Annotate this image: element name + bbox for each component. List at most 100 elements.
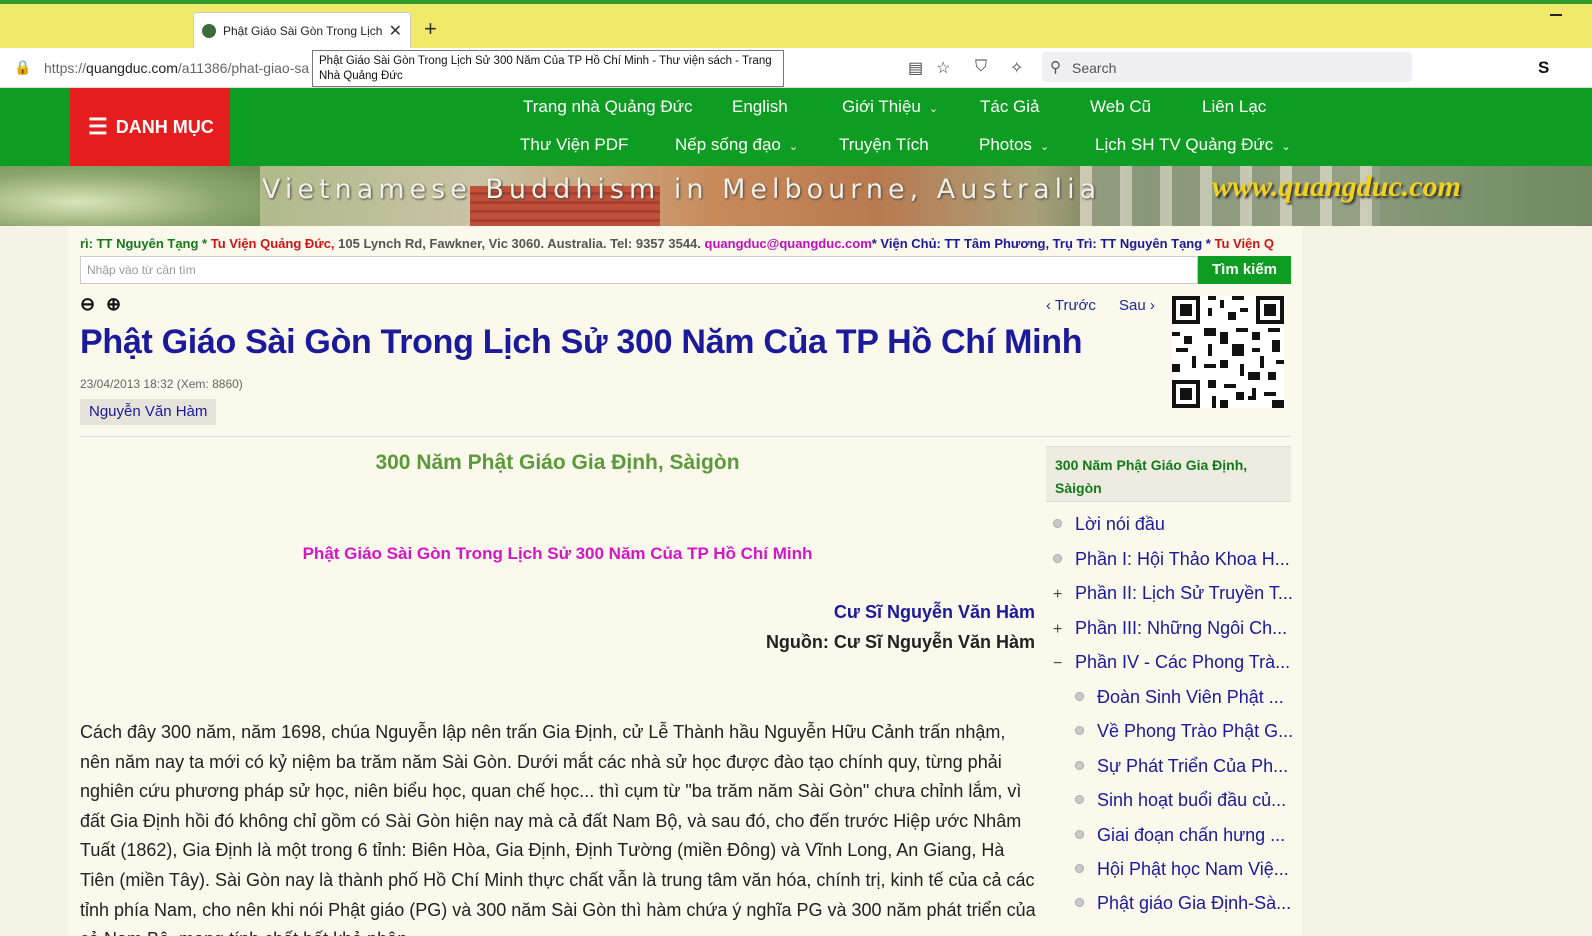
address-bar[interactable]: https://quangduc.com/a11386/phat-giao-sa [44, 60, 309, 76]
article-title: Phật Giáo Sài Gòn Trong Lịch Sử 300 Năm … [80, 323, 1083, 361]
menu-photos[interactable]: Photos ⌄ [979, 135, 1049, 155]
site-favicon-icon [202, 23, 216, 38]
news-ticker: rì: TT Nguyên Tạng * Tu Viện Quảng Đức, … [80, 236, 1290, 251]
ticker-email-link[interactable]: quangduc@quangduc.com [705, 236, 872, 251]
danh-muc-label: DANH MỤC [115, 116, 214, 137]
menu-lich-sh-label: Lịch SH TV Quảng Đức [1095, 135, 1274, 154]
toc-subitem[interactable]: Phật giáo Gia Định-Sà... [1075, 893, 1291, 914]
menu-gioi-thieu-label: Giới Thiệu [842, 97, 921, 116]
menu-nep-song-dao-label: Nếp sống đạo [675, 135, 781, 154]
collapse-minus-icon[interactable]: − [1053, 655, 1064, 673]
reader-view-icon[interactable]: ▤ [908, 58, 923, 78]
toc-item-label: Phần III: Những Ngôi Ch... [1075, 618, 1288, 638]
menu-thu-vien-pdf[interactable]: Thư Viện PDF [520, 135, 628, 155]
toc-subitem[interactable]: Đoàn Sinh Viên Phật ... [1075, 687, 1284, 708]
ticker-part: rì: TT Nguyên Tạng * [80, 236, 208, 251]
browser-search-input[interactable]: ⚲ Search [1042, 52, 1412, 82]
ticker-part: Tu Viện Quảng Đức, [210, 236, 335, 251]
menu-trang-nha[interactable]: Trang nhà Quảng Đức [523, 97, 693, 117]
chevron-down-icon: ⌄ [1039, 141, 1050, 153]
new-tab-button[interactable]: + [424, 16, 437, 42]
menu-lien-lac[interactable]: Liên Lạc [1202, 97, 1266, 117]
ticker-part: Tu Viện Q [1214, 236, 1274, 251]
site-banner: Vietnamese Buddhism in Melbourne, Austra… [0, 166, 1592, 226]
extension-sparkle-icon[interactable]: ✧ [1010, 58, 1023, 78]
toc-item-label: Phần I: Hội Thảo Khoa H... [1075, 549, 1290, 569]
site-search-button[interactable]: Tìm kiếm [1198, 256, 1291, 284]
divider [80, 436, 1291, 437]
toc-subitem-label: Giai đoạn chấn hưng ... [1097, 825, 1286, 845]
banner-site-url: www.quangduc.com [1212, 170, 1461, 203]
toc-subitem[interactable]: Sự Phát Triển Của Ph... [1075, 756, 1288, 777]
minimize-window-button[interactable] [1550, 14, 1562, 16]
toc-item-label: Lời nói đầu [1075, 514, 1165, 534]
ticker-part: * Viện Chủ: TT Tâm Phương, Trụ Trì: TT N… [871, 236, 1211, 251]
menu-english[interactable]: English [732, 97, 788, 117]
lock-icon[interactable]: 🔒 [14, 59, 31, 76]
banner-tagline: Vietnamese Buddhism in Melbourne, Austra… [262, 174, 1102, 205]
toc-subitem[interactable]: Hội Phật học Nam Việ... [1075, 859, 1289, 880]
bullet-icon [1075, 864, 1084, 873]
next-label: Sau [1119, 297, 1146, 314]
site-search-input[interactable]: Nhập vào từ cần tìm [80, 256, 1198, 284]
url-path: /a11386/phat-giao-sa [177, 60, 310, 76]
toc-subitem-label: Hội Phật học Nam Việ... [1097, 859, 1289, 879]
previous-label: Trước [1054, 297, 1096, 314]
book-subtitle: 300 Năm Phật Giáo Gia Định, Sàigòn [375, 451, 740, 474]
bullet-icon [1075, 795, 1084, 804]
extension-s-icon[interactable]: S [1538, 58, 1549, 78]
zoom-in-icon[interactable]: ⊕ [106, 294, 121, 315]
danh-muc-button[interactable]: ☰ DANH MỤC [70, 88, 230, 166]
toc-subitem[interactable]: Về Phong Trào Phật G... [1075, 721, 1293, 742]
chevron-down-icon: ⌄ [788, 141, 799, 153]
article-body: Cách đây 300 năm, năm 1698, chúa Nguyễn … [80, 722, 1036, 936]
bullet-icon [1075, 830, 1084, 839]
bookmark-star-icon[interactable]: ☆ [936, 58, 950, 78]
chapter-subtitle: Phật Giáo Sài Gòn Trong Lịch Sử 300 Năm … [302, 544, 813, 563]
sidebar-heading[interactable]: 300 Năm Phật Giáo Gia Định, Sàigòn [1046, 446, 1291, 502]
expand-plus-icon[interactable]: + [1053, 586, 1064, 604]
menu-nep-song-dao[interactable]: Nếp sống đạo ⌄ [675, 135, 798, 155]
toc-subitem-label: Sinh hoạt buổi đầu củ... [1097, 790, 1287, 810]
zoom-out-icon[interactable]: ⊖ [80, 294, 95, 315]
url-domain: quangduc.com [86, 60, 178, 76]
ticker-part: 105 Lynch Rd, Fawkner, Vic 3060. Austral… [338, 236, 701, 251]
chevron-down-icon: ⌄ [1281, 141, 1291, 153]
next-link[interactable]: Sau › [1119, 297, 1155, 314]
tab-tooltip: Phật Giáo Sài Gòn Trong Lịch Sử 300 Năm … [312, 50, 784, 87]
toc-item[interactable]: − Phần IV - Các Phong Trà... [1053, 652, 1290, 673]
toc-subitem[interactable]: Giai đoạn chấn hưng ... [1075, 825, 1285, 846]
browser-tabstrip: Phật Giáo Sài Gòn Trong Lịch S ✕ + [0, 0, 1592, 48]
expand-plus-icon[interactable]: + [1053, 621, 1064, 639]
toc-item[interactable]: + Phần III: Những Ngôi Ch... [1053, 618, 1287, 639]
close-tab-icon[interactable]: ✕ [389, 21, 402, 41]
hamburger-icon: ☰ [88, 114, 108, 139]
browser-tab[interactable]: Phật Giáo Sài Gòn Trong Lịch S ✕ [193, 12, 411, 48]
shield-icon[interactable]: ⛉ [975, 58, 987, 76]
menu-gioi-thieu[interactable]: Giới Thiệu ⌄ [842, 97, 938, 117]
menu-lich-sh[interactable]: Lịch SH TV Quảng Đức ⌄ [1095, 135, 1291, 155]
bullet-icon [1075, 761, 1084, 770]
toc-item[interactable]: Lời nói đầu [1053, 514, 1165, 535]
menu-photos-label: Photos [979, 135, 1032, 154]
toc-subitem-label: Phật giáo Gia Định-Sà... [1097, 893, 1292, 913]
source-byline: Nguồn: Cư Sĩ Nguyễn Văn Hàm [765, 632, 1035, 652]
menu-truyen-tich[interactable]: Truyện Tích [839, 135, 929, 155]
chevron-left-icon: ‹ [1046, 297, 1055, 314]
qr-code-icon [1172, 296, 1284, 408]
bullet-icon [1075, 898, 1084, 907]
menu-tac-gia[interactable]: Tác Giả [980, 97, 1040, 117]
bullet-icon [1075, 692, 1084, 701]
toc-subitem[interactable]: Sinh hoạt buổi đầu củ... [1075, 790, 1286, 811]
author-tag[interactable]: Nguyễn Văn Hàm [80, 399, 217, 425]
toc-item[interactable]: Phần I: Hội Thảo Khoa H... [1053, 549, 1290, 570]
chevron-right-icon: › [1145, 297, 1155, 314]
tab-title: Phật Giáo Sài Gòn Trong Lịch S [223, 23, 383, 38]
menu-web-cu[interactable]: Web Cũ [1090, 97, 1151, 117]
search-icon: ⚲ [1050, 59, 1061, 76]
previous-link[interactable]: ‹ Trước [1046, 297, 1096, 314]
toc-item[interactable]: + Phần II: Lịch Sử Truyền T... [1053, 583, 1293, 604]
bullet-icon [1053, 554, 1062, 563]
bullet-icon [1053, 519, 1062, 528]
bullet-icon [1075, 726, 1084, 735]
